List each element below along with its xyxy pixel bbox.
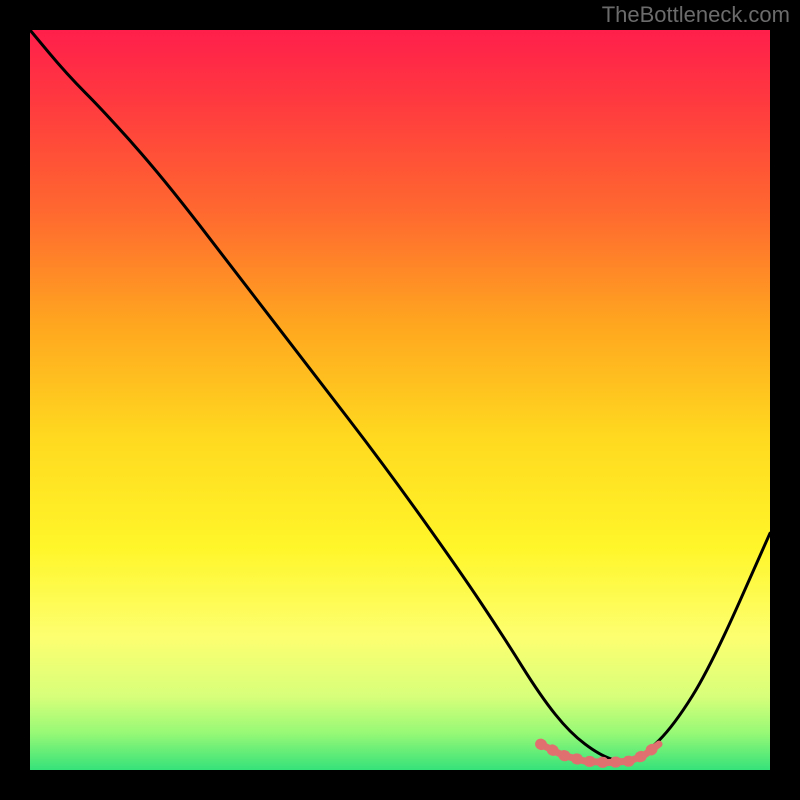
plot-background — [30, 30, 770, 770]
chart-container: TheBottleneck.com — [0, 0, 800, 800]
watermark-text: TheBottleneck.com — [602, 2, 790, 28]
bottleneck-chart — [0, 0, 800, 800]
